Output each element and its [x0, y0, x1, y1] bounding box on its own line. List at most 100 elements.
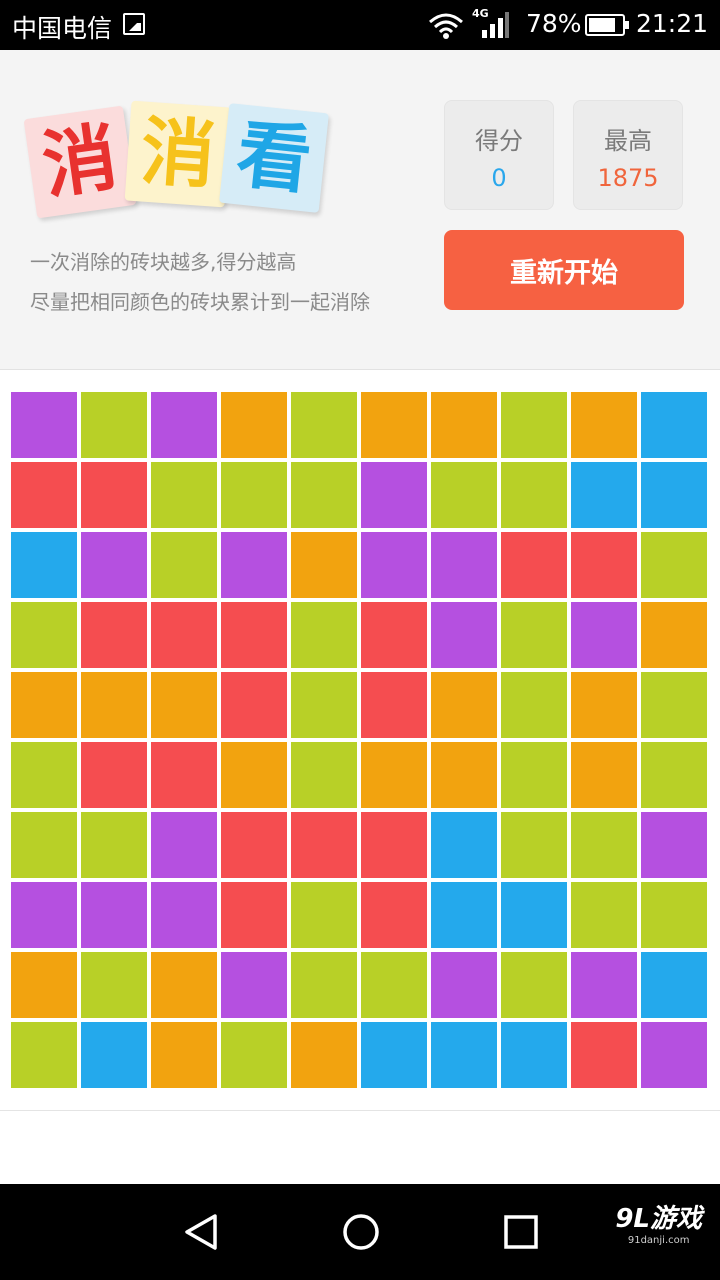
board-tile[interactable] [431, 532, 497, 598]
board-tile[interactable] [571, 462, 637, 528]
board-tile[interactable] [11, 672, 77, 738]
board-tile[interactable] [431, 742, 497, 808]
board-tile[interactable] [291, 952, 357, 1018]
board-tile[interactable] [571, 812, 637, 878]
board-tile[interactable] [361, 462, 427, 528]
board-tile[interactable] [151, 462, 217, 528]
board-tile[interactable] [291, 882, 357, 948]
board-tile[interactable] [431, 952, 497, 1018]
board-tile[interactable] [431, 672, 497, 738]
board-tile[interactable] [571, 672, 637, 738]
board-tile[interactable] [291, 672, 357, 738]
board-tile[interactable] [361, 392, 427, 458]
board-tile[interactable] [361, 532, 427, 598]
board-tile[interactable] [151, 812, 217, 878]
board-tile[interactable] [501, 462, 567, 528]
board-tile[interactable] [151, 532, 217, 598]
board-tile[interactable] [291, 1022, 357, 1088]
board-tile[interactable] [11, 952, 77, 1018]
board-tile[interactable] [151, 672, 217, 738]
board-tile[interactable] [571, 532, 637, 598]
board-tile[interactable] [81, 602, 147, 668]
board-tile[interactable] [571, 602, 637, 668]
board-tile[interactable] [361, 1022, 427, 1088]
board-tile[interactable] [81, 882, 147, 948]
board-tile[interactable] [81, 392, 147, 458]
recent-square-icon[interactable] [501, 1212, 541, 1252]
board-tile[interactable] [641, 882, 707, 948]
board-tile[interactable] [11, 882, 77, 948]
board-tile[interactable] [221, 952, 287, 1018]
board-tile[interactable] [221, 882, 287, 948]
board-tile[interactable] [81, 1022, 147, 1088]
board-tile[interactable] [221, 672, 287, 738]
board-tile[interactable] [221, 1022, 287, 1088]
board-tile[interactable] [361, 882, 427, 948]
board-tile[interactable] [221, 812, 287, 878]
board-tile[interactable] [361, 742, 427, 808]
board-tile[interactable] [11, 602, 77, 668]
board-tile[interactable] [11, 812, 77, 878]
board-tile[interactable] [291, 392, 357, 458]
board-tile[interactable] [641, 1022, 707, 1088]
board-tile[interactable] [431, 1022, 497, 1088]
board-tile[interactable] [221, 462, 287, 528]
board-tile[interactable] [151, 882, 217, 948]
board-tile[interactable] [641, 532, 707, 598]
board-tile[interactable] [151, 392, 217, 458]
board-tile[interactable] [151, 952, 217, 1018]
board-tile[interactable] [81, 742, 147, 808]
board-tile[interactable] [641, 952, 707, 1018]
board-tile[interactable] [361, 672, 427, 738]
board-tile[interactable] [641, 392, 707, 458]
board-tile[interactable] [571, 742, 637, 808]
board-tile[interactable] [501, 602, 567, 668]
board-tile[interactable] [291, 532, 357, 598]
board-tile[interactable] [571, 392, 637, 458]
board-tile[interactable] [291, 742, 357, 808]
board-tile[interactable] [221, 602, 287, 668]
board-tile[interactable] [81, 812, 147, 878]
board-tile[interactable] [81, 532, 147, 598]
board-tile[interactable] [291, 462, 357, 528]
board-tile[interactable] [151, 602, 217, 668]
home-circle-icon[interactable] [341, 1212, 381, 1252]
board-tile[interactable] [501, 882, 567, 948]
board-tile[interactable] [151, 1022, 217, 1088]
board-tile[interactable] [571, 1022, 637, 1088]
board-tile[interactable] [501, 952, 567, 1018]
board-tile[interactable] [641, 462, 707, 528]
board-tile[interactable] [641, 742, 707, 808]
board-tile[interactable] [501, 812, 567, 878]
restart-button[interactable]: 重新开始 [444, 230, 684, 310]
board-tile[interactable] [81, 952, 147, 1018]
board-tile[interactable] [11, 742, 77, 808]
board-tile[interactable] [291, 812, 357, 878]
back-triangle-icon[interactable] [182, 1212, 222, 1252]
board-tile[interactable] [641, 602, 707, 668]
board-tile[interactable] [361, 602, 427, 668]
board-tile[interactable] [291, 602, 357, 668]
board-tile[interactable] [81, 462, 147, 528]
board-tile[interactable] [431, 462, 497, 528]
board-tile[interactable] [11, 532, 77, 598]
board-tile[interactable] [431, 882, 497, 948]
board-tile[interactable] [571, 952, 637, 1018]
board-tile[interactable] [501, 1022, 567, 1088]
board-tile[interactable] [501, 742, 567, 808]
board-tile[interactable] [81, 672, 147, 738]
board-tile[interactable] [221, 742, 287, 808]
board-tile[interactable] [431, 812, 497, 878]
board-tile[interactable] [571, 882, 637, 948]
board-tile[interactable] [431, 392, 497, 458]
board-tile[interactable] [151, 742, 217, 808]
board-tile[interactable] [221, 392, 287, 458]
board-tile[interactable] [641, 812, 707, 878]
board-tile[interactable] [501, 532, 567, 598]
board-tile[interactable] [11, 392, 77, 458]
board-tile[interactable] [221, 532, 287, 598]
board-tile[interactable] [431, 602, 497, 668]
board-tile[interactable] [361, 812, 427, 878]
board-tile[interactable] [361, 952, 427, 1018]
board-tile[interactable] [501, 672, 567, 738]
